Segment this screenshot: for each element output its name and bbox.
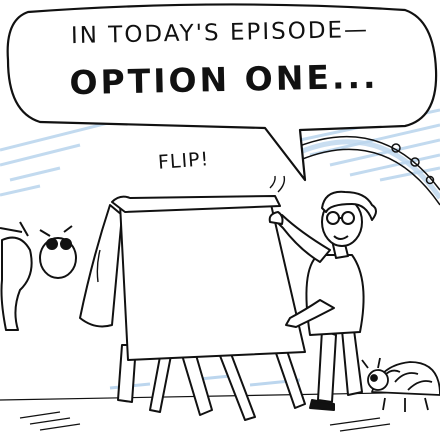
- upside-down-creature: [0, 221, 77, 331]
- bug-creature: [361, 357, 440, 412]
- flip-sound-effect: FLIP!: [157, 148, 210, 174]
- comic-panel: IN TODAY'S EPISODE— OPTION ONE... FLIP!: [0, 0, 440, 440]
- ground: [0, 391, 440, 432]
